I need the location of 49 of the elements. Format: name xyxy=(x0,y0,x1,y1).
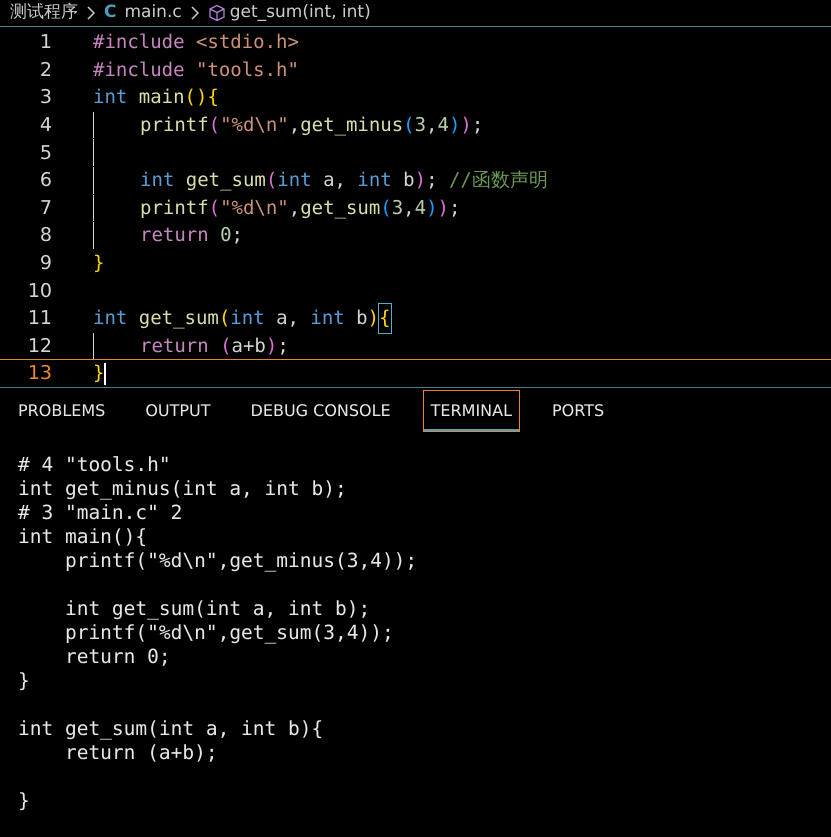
terminal-line: printf("%d\n",get_minus(3,4)); xyxy=(64,549,418,572)
terminal-line: return (a+b); xyxy=(64,741,218,764)
chevron-right-icon xyxy=(190,6,200,20)
file-label[interactable]: main.c xyxy=(124,0,182,26)
terminal-line: } xyxy=(18,789,30,812)
code-line: return (a+b); xyxy=(140,334,289,359)
code-line: printf("%d\n",get_sum(3,4)); xyxy=(140,196,460,221)
c-file-icon: C xyxy=(104,0,116,26)
line-number: 1 xyxy=(38,30,52,56)
cube-icon xyxy=(208,4,226,22)
terminal-line: int get_sum(int a, int b); xyxy=(64,597,370,620)
panel-tab[interactable]: DEBUG CONSOLE xyxy=(242,390,399,432)
panel-tab[interactable]: OUTPUT xyxy=(137,390,219,432)
code-line: printf("%d\n",get_minus(3,4)); xyxy=(140,112,484,138)
line-number: 4 xyxy=(38,112,52,138)
text-cursor xyxy=(104,362,106,385)
line-number: 12 xyxy=(26,334,52,359)
terminal-line: int get_minus(int a, int b); xyxy=(18,477,347,500)
line-number: 13 xyxy=(26,361,52,386)
terminal-line: int main(){ xyxy=(18,525,148,548)
line-number: 2 xyxy=(38,58,52,83)
line-number: 9 xyxy=(38,250,52,276)
terminal-line: # 4 "tools.h" xyxy=(18,453,171,476)
terminal-line: int get_sum(int a, int b){ xyxy=(18,717,324,740)
terminal-line: # 3 "main.c" 2 xyxy=(18,501,182,524)
symbol-label[interactable]: get_sum(int, int) xyxy=(230,0,371,26)
panel-tab[interactable]: PROBLEMS xyxy=(10,390,114,432)
code-line: } xyxy=(93,361,104,386)
code-line: #include "tools.h" xyxy=(93,58,299,83)
line-number: 6 xyxy=(38,168,52,194)
folder-label[interactable]: 测试程序 xyxy=(10,0,78,26)
terminal-line: return 0; xyxy=(64,645,171,668)
line-number: 8 xyxy=(38,223,52,248)
line-number: 11 xyxy=(26,306,52,332)
line-number: 7 xyxy=(38,196,52,221)
code-line: int main(){ xyxy=(93,85,219,110)
line-number: 5 xyxy=(38,140,52,166)
terminal-line: printf("%d\n",get_sum(3,4)); xyxy=(64,621,394,644)
chevron-right-icon xyxy=(86,6,96,20)
code-line: int get_sum(int a, int b){ xyxy=(93,304,391,333)
line-number: 3 xyxy=(38,85,52,110)
code-line: int get_sum(int a, int b); //函数声明 xyxy=(140,168,548,194)
panel-tab[interactable]: PORTS xyxy=(544,390,612,432)
code-line: } xyxy=(93,250,104,276)
line-number: 10 xyxy=(26,278,52,304)
panel-tab[interactable]: TERMINAL xyxy=(422,390,520,432)
code-line: return 0; xyxy=(140,223,243,248)
code-line: #include <stdio.h> xyxy=(93,30,299,56)
terminal-line: } xyxy=(18,669,30,692)
